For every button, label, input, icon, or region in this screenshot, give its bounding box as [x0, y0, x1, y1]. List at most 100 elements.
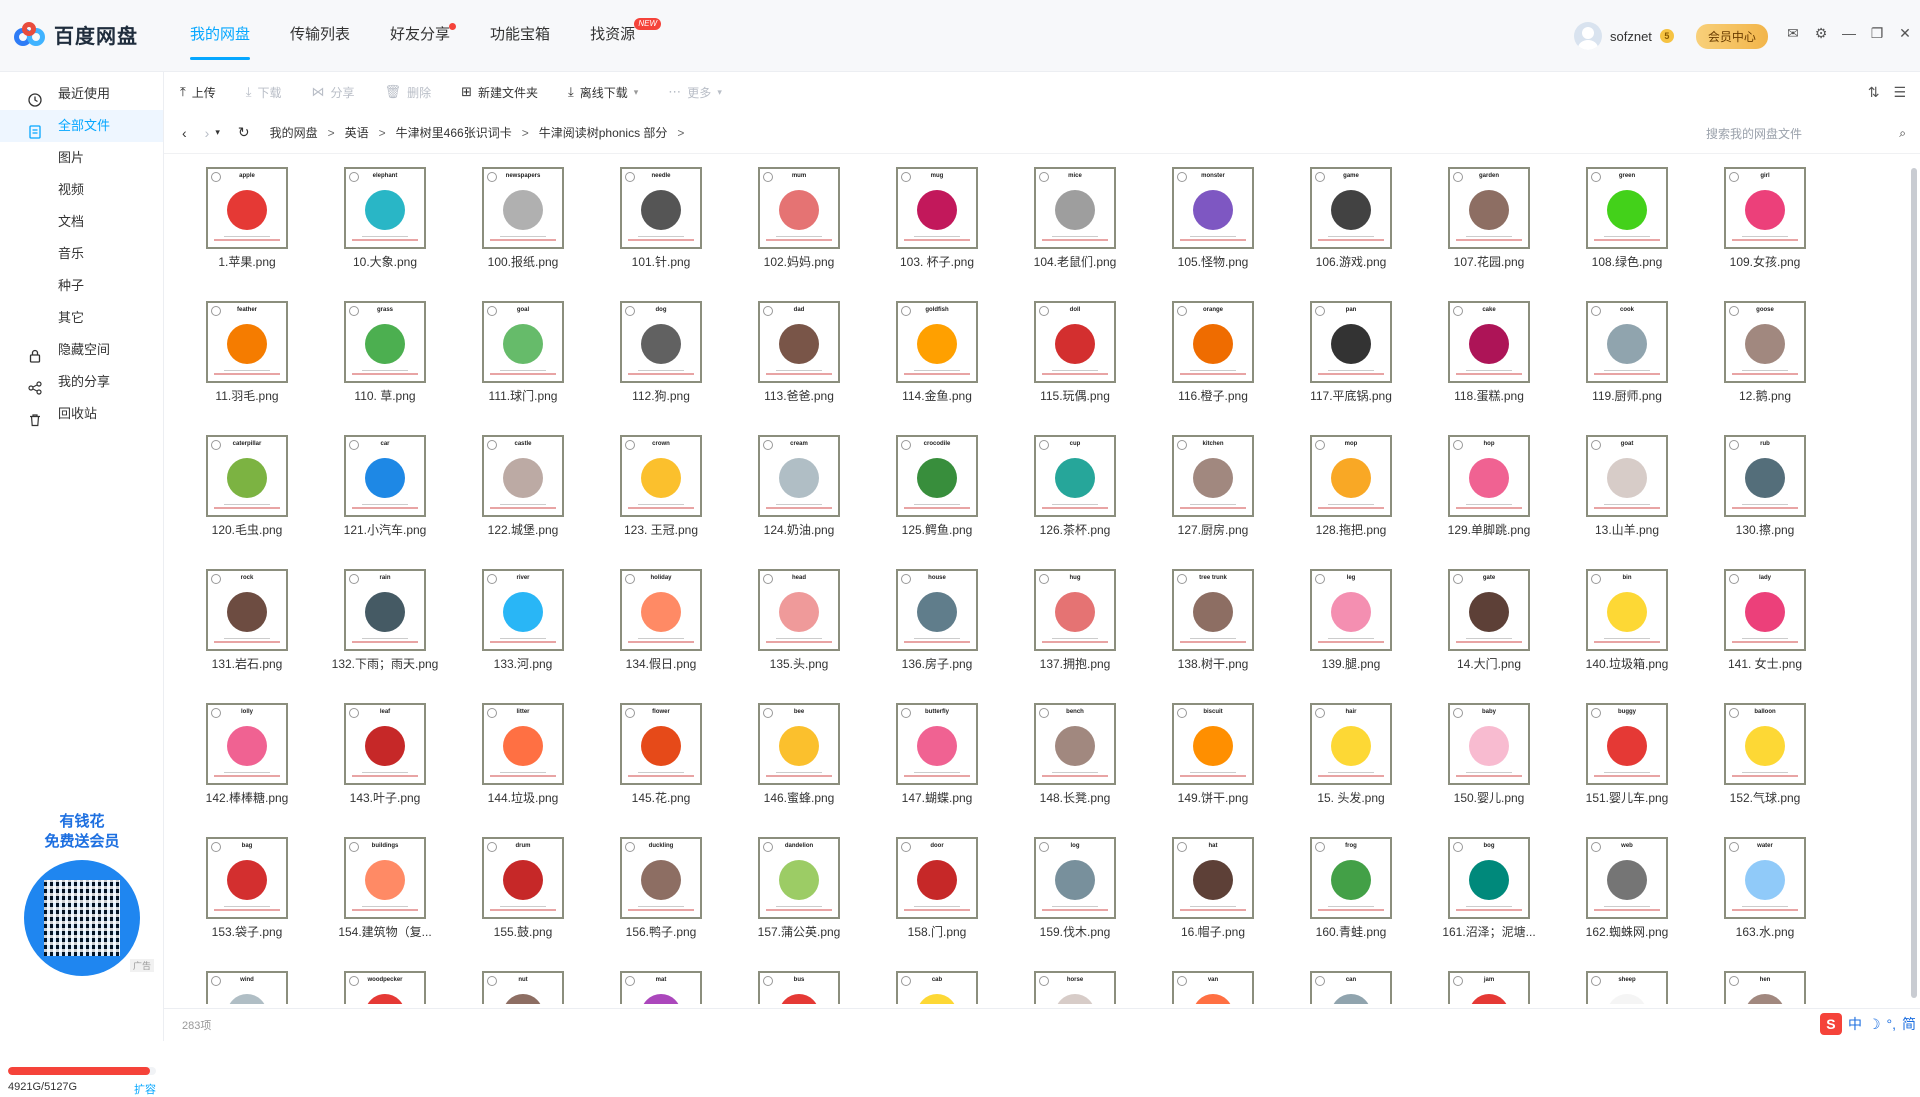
- file-name[interactable]: 111.球门.png: [458, 387, 588, 404]
- file-thumbnail[interactable]: dandelion: [758, 837, 840, 919]
- file-name[interactable]: 162.蜘蛛网.png: [1562, 923, 1692, 940]
- file-item[interactable]: bee 146.蜜蜂.png: [734, 698, 872, 832]
- file-thumbnail[interactable]: bench: [1034, 703, 1116, 785]
- ime-toolbar[interactable]: S 中 ☽ °, 简: [1819, 1013, 1916, 1035]
- file-item[interactable]: woodpecker: [320, 966, 458, 1004]
- upload-button[interactable]: ⤒ 上传: [180, 84, 216, 101]
- file-item[interactable]: cake 118.蛋糕.png: [1424, 296, 1562, 430]
- file-thumbnail[interactable]: hair: [1310, 703, 1392, 785]
- file-thumbnail[interactable]: mat: [620, 971, 702, 1004]
- file-item[interactable]: green 108.绿色.png: [1562, 162, 1700, 296]
- breadcrumb-item[interactable]: 牛津树里466张识词卡: [396, 124, 512, 141]
- file-thumbnail[interactable]: leaf: [344, 703, 426, 785]
- file-name[interactable]: 144.垃圾.png: [458, 789, 588, 806]
- file-item[interactable]: frog 160.青蛙.png: [1286, 832, 1424, 966]
- file-name[interactable]: 14.大门.png: [1424, 655, 1554, 672]
- file-item[interactable]: tree trunk 138.树干.png: [1148, 564, 1286, 698]
- sidebar-item-other[interactable]: 其它: [0, 302, 163, 334]
- file-name[interactable]: 116.橙子.png: [1148, 387, 1278, 404]
- file-thumbnail[interactable]: cab: [896, 971, 978, 1004]
- file-item[interactable]: can: [1286, 966, 1424, 1004]
- file-name[interactable]: 1.苹果.png: [182, 253, 312, 270]
- file-thumbnail[interactable]: rock: [206, 569, 288, 651]
- file-name[interactable]: 123. 王冠.png: [596, 521, 726, 538]
- file-thumbnail[interactable]: tree trunk: [1172, 569, 1254, 651]
- file-thumbnail[interactable]: mop: [1310, 435, 1392, 517]
- file-thumbnail[interactable]: orange: [1172, 301, 1254, 383]
- file-thumbnail[interactable]: buildings: [344, 837, 426, 919]
- file-thumbnail[interactable]: wind: [206, 971, 288, 1004]
- file-name[interactable]: 13.山羊.png: [1562, 521, 1692, 538]
- delete-button[interactable]: 🗑 删除: [385, 84, 432, 101]
- file-thumbnail[interactable]: goose: [1724, 301, 1806, 383]
- file-item[interactable]: van: [1148, 966, 1286, 1004]
- file-item[interactable]: bog 161.沼泽；泥塘...: [1424, 832, 1562, 966]
- file-thumbnail[interactable]: girl: [1724, 167, 1806, 249]
- file-item[interactable]: horse: [1010, 966, 1148, 1004]
- list-view-icon[interactable]: ☰: [1893, 84, 1906, 101]
- file-item[interactable]: river 133.河.png: [458, 564, 596, 698]
- file-thumbnail[interactable]: house: [896, 569, 978, 651]
- file-name[interactable]: 12.鹅.png: [1700, 387, 1830, 404]
- file-name[interactable]: 100.报纸.png: [458, 253, 588, 270]
- file-item[interactable]: elephant 10.大象.png: [320, 162, 458, 296]
- tab-friend-share[interactable]: 好友分享: [370, 0, 470, 72]
- file-item[interactable]: holiday 134.假日.png: [596, 564, 734, 698]
- file-item[interactable]: grass 110. 草.png: [320, 296, 458, 430]
- file-item[interactable]: castle 122.城堡.png: [458, 430, 596, 564]
- file-item[interactable]: cup 126.茶杯.png: [1010, 430, 1148, 564]
- file-name[interactable]: 140.垃圾箱.png: [1562, 655, 1692, 672]
- file-name[interactable]: 141. 女士.png: [1700, 655, 1830, 672]
- file-item[interactable]: buggy 151.婴儿车.png: [1562, 698, 1700, 832]
- file-item[interactable]: mop 128.拖把.png: [1286, 430, 1424, 564]
- file-item[interactable]: rock 131.岩石.png: [182, 564, 320, 698]
- mail-icon[interactable]: ✉: [1786, 26, 1800, 40]
- file-name[interactable]: 105.怪物.png: [1148, 253, 1278, 270]
- file-item[interactable]: mice 104.老鼠们.png: [1010, 162, 1148, 296]
- file-name[interactable]: 125.鳄鱼.png: [872, 521, 1002, 538]
- file-thumbnail[interactable]: lady: [1724, 569, 1806, 651]
- file-name[interactable]: 15. 头发.png: [1286, 789, 1416, 806]
- file-thumbnail[interactable]: goat: [1586, 435, 1668, 517]
- file-item[interactable]: caterpillar 120.毛虫.png: [182, 430, 320, 564]
- file-thumbnail[interactable]: hen: [1724, 971, 1806, 1004]
- file-name[interactable]: 131.岩石.png: [182, 655, 312, 672]
- file-thumbnail[interactable]: crocodile: [896, 435, 978, 517]
- file-item[interactable]: nut: [458, 966, 596, 1004]
- history-dropdown-icon[interactable]: ▾: [215, 127, 220, 138]
- file-thumbnail[interactable]: rain: [344, 569, 426, 651]
- file-item[interactable]: dad 113.爸爸.png: [734, 296, 872, 430]
- file-name[interactable]: 158.门.png: [872, 923, 1002, 940]
- file-thumbnail[interactable]: drum: [482, 837, 564, 919]
- file-item[interactable]: crown 123. 王冠.png: [596, 430, 734, 564]
- file-thumbnail[interactable]: dad: [758, 301, 840, 383]
- file-thumbnail[interactable]: van: [1172, 971, 1254, 1004]
- file-thumbnail[interactable]: goldfish: [896, 301, 978, 383]
- file-name[interactable]: 107.花园.png: [1424, 253, 1554, 270]
- sidebar-item-torrents[interactable]: 种子: [0, 270, 163, 302]
- file-name[interactable]: 108.绿色.png: [1562, 253, 1692, 270]
- file-thumbnail[interactable]: flower: [620, 703, 702, 785]
- file-item[interactable]: newspapers 100.报纸.png: [458, 162, 596, 296]
- file-thumbnail[interactable]: buggy: [1586, 703, 1668, 785]
- file-item[interactable]: baby 150.婴儿.png: [1424, 698, 1562, 832]
- file-item[interactable]: head 135.头.png: [734, 564, 872, 698]
- file-thumbnail[interactable]: bog: [1448, 837, 1530, 919]
- file-thumbnail[interactable]: bee: [758, 703, 840, 785]
- file-item[interactable]: mum 102.妈妈.png: [734, 162, 872, 296]
- file-item[interactable]: drum 155.鼓.png: [458, 832, 596, 966]
- file-item[interactable]: wind: [182, 966, 320, 1004]
- file-thumbnail[interactable]: woodpecker: [344, 971, 426, 1004]
- file-item[interactable]: garden 107.花园.png: [1424, 162, 1562, 296]
- tab-my-drive[interactable]: 我的网盘: [170, 0, 270, 72]
- offline-download-button[interactable]: ⤓ 离线下载 ▾: [568, 84, 638, 101]
- file-thumbnail[interactable]: biscuit: [1172, 703, 1254, 785]
- file-name[interactable]: 132.下雨；雨天.png: [320, 655, 450, 672]
- file-item[interactable]: butterfly 147.蝴蝶.png: [872, 698, 1010, 832]
- file-name[interactable]: 122.城堡.png: [458, 521, 588, 538]
- avatar[interactable]: [1574, 22, 1602, 50]
- file-thumbnail[interactable]: caterpillar: [206, 435, 288, 517]
- more-button[interactable]: ⋯ 更多 ▾: [668, 84, 722, 101]
- file-thumbnail[interactable]: mice: [1034, 167, 1116, 249]
- file-thumbnail[interactable]: grass: [344, 301, 426, 383]
